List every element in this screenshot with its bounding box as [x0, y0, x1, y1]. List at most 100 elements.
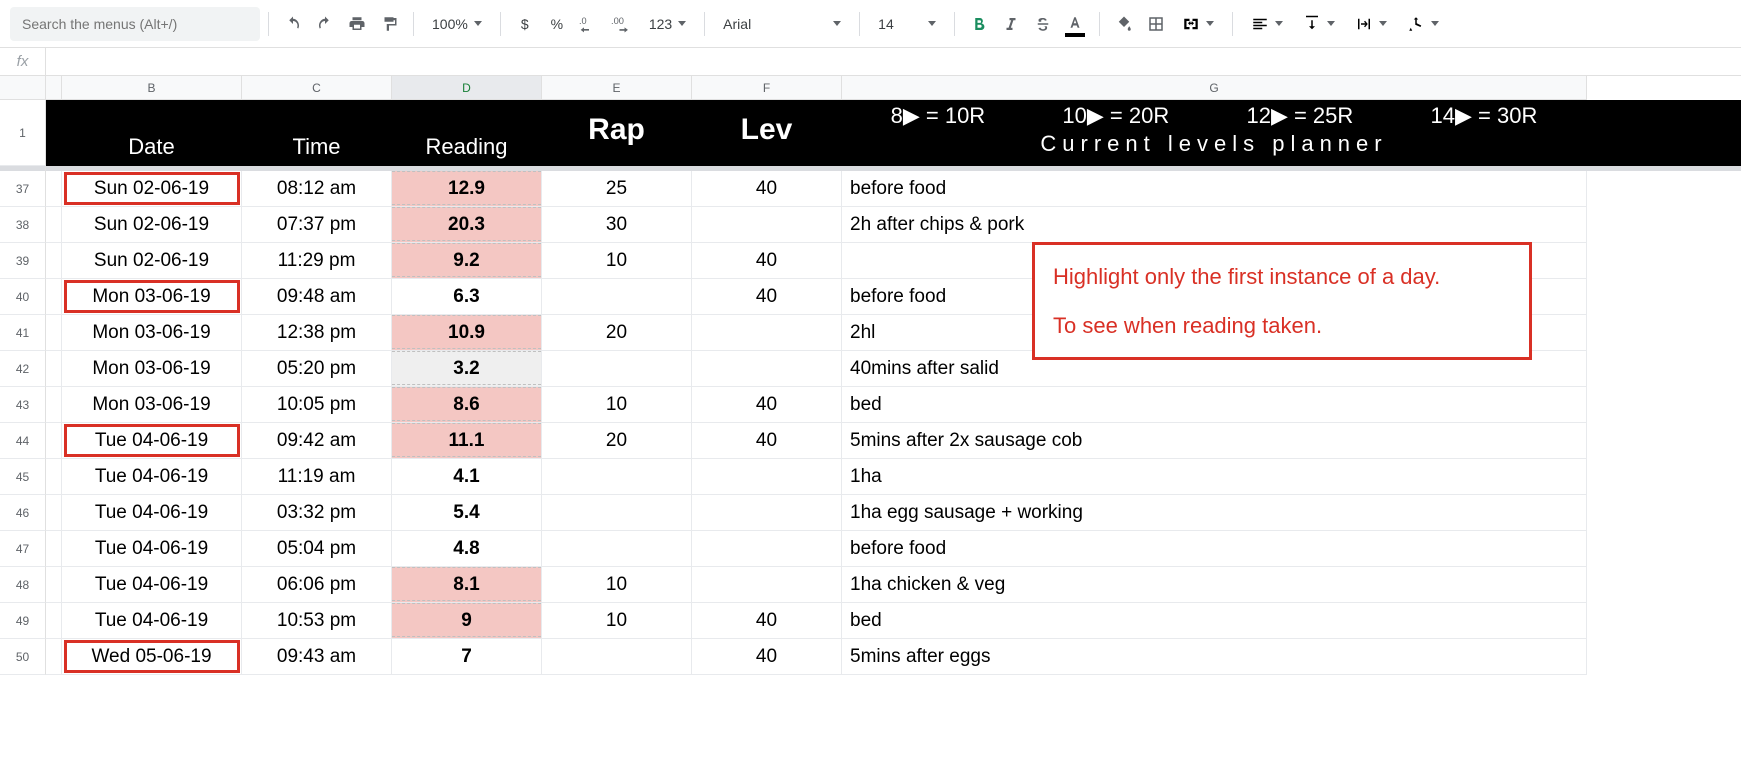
col-header[interactable]: E	[542, 76, 692, 100]
time-cell[interactable]: 09:42 am	[242, 423, 392, 459]
note-cell[interactable]: 5mins after eggs	[842, 639, 1587, 675]
paint-format-button[interactable]	[375, 10, 403, 38]
text-rotation-button[interactable]	[1401, 10, 1445, 38]
cell[interactable]	[46, 531, 62, 567]
cell[interactable]	[46, 171, 62, 207]
cell[interactable]	[46, 603, 62, 639]
date-cell[interactable]: Sun 02-06-19	[62, 243, 242, 279]
strikethrough-button[interactable]	[1029, 10, 1057, 38]
note-cell[interactable]: before food	[842, 171, 1587, 207]
lev-cell[interactable]: 40	[692, 387, 842, 423]
header-lev[interactable]: Lev	[692, 100, 842, 166]
rap-cell[interactable]: 20	[542, 423, 692, 459]
date-cell[interactable]: Mon 03-06-19	[62, 315, 242, 351]
row-number[interactable]: 37	[0, 171, 46, 207]
note-cell[interactable]: 5mins after 2x sausage cob	[842, 423, 1587, 459]
date-cell[interactable]: Tue 04-06-19	[62, 603, 242, 639]
col-header[interactable]	[46, 76, 62, 100]
date-cell[interactable]: Tue 04-06-19	[62, 459, 242, 495]
col-header[interactable]: G	[842, 76, 1587, 100]
note-cell[interactable]: 1ha	[842, 459, 1587, 495]
time-cell[interactable]: 11:29 pm	[242, 243, 392, 279]
reading-cell[interactable]: 12.9	[392, 171, 542, 207]
header-planner[interactable]: 8▶ = 10R 10▶ = 20R 12▶ = 25R 14▶ = 30R C…	[842, 100, 1587, 166]
note-cell[interactable]: 2h after chips & pork	[842, 207, 1587, 243]
row-number[interactable]: 1	[0, 100, 46, 166]
menu-search[interactable]	[10, 7, 260, 41]
reading-cell[interactable]: 4.1	[392, 459, 542, 495]
date-cell[interactable]: Tue 04-06-19	[62, 567, 242, 603]
more-formats-combo[interactable]: 123	[643, 10, 692, 38]
lev-cell[interactable]: 40	[692, 243, 842, 279]
lev-cell[interactable]	[692, 351, 842, 387]
time-cell[interactable]: 07:37 pm	[242, 207, 392, 243]
time-cell[interactable]: 10:05 pm	[242, 387, 392, 423]
rap-cell[interactable]	[542, 279, 692, 315]
cell[interactable]	[46, 459, 62, 495]
reading-cell[interactable]: 7	[392, 639, 542, 675]
header-rap[interactable]: Rap	[542, 100, 692, 166]
horizontal-align-button[interactable]	[1245, 10, 1289, 38]
row-number[interactable]: 41	[0, 315, 46, 351]
row-number[interactable]: 45	[0, 459, 46, 495]
cell[interactable]	[46, 279, 62, 315]
reading-cell[interactable]: 11.1	[392, 423, 542, 459]
time-cell[interactable]: 10:53 pm	[242, 603, 392, 639]
time-cell[interactable]: 05:04 pm	[242, 531, 392, 567]
reading-cell[interactable]: 3.2	[392, 351, 542, 387]
merge-cells-button[interactable]	[1176, 10, 1220, 38]
date-cell[interactable]: Mon 03-06-19	[62, 279, 242, 315]
lev-cell[interactable]	[692, 315, 842, 351]
note-cell[interactable]: bed	[842, 387, 1587, 423]
italic-button[interactable]	[997, 10, 1025, 38]
rap-cell[interactable]	[542, 459, 692, 495]
header-reading[interactable]: Reading	[392, 100, 542, 166]
reading-cell[interactable]: 20.3	[392, 207, 542, 243]
rap-cell[interactable]	[542, 495, 692, 531]
rap-cell[interactable]: 30	[542, 207, 692, 243]
row-number[interactable]: 46	[0, 495, 46, 531]
date-cell[interactable]: Sun 02-06-19	[62, 171, 242, 207]
cell[interactable]	[46, 100, 62, 166]
lev-cell[interactable]: 40	[692, 171, 842, 207]
time-cell[interactable]: 06:06 pm	[242, 567, 392, 603]
undo-button[interactable]	[279, 10, 307, 38]
lev-cell[interactable]: 40	[692, 423, 842, 459]
lev-cell[interactable]: 40	[692, 279, 842, 315]
row-number[interactable]: 50	[0, 639, 46, 675]
note-cell[interactable]: 1ha chicken & veg	[842, 567, 1587, 603]
note-cell[interactable]: bed	[842, 603, 1587, 639]
menu-search-input[interactable]	[20, 15, 250, 33]
cell[interactable]	[46, 243, 62, 279]
time-cell[interactable]: 09:43 am	[242, 639, 392, 675]
header-time[interactable]: Time	[242, 100, 392, 166]
increase-decimal-button[interactable]: .00	[607, 10, 637, 38]
date-cell[interactable]: Tue 04-06-19	[62, 423, 242, 459]
print-button[interactable]	[343, 10, 371, 38]
time-cell[interactable]: 05:20 pm	[242, 351, 392, 387]
cell[interactable]	[46, 207, 62, 243]
select-all-corner[interactable]	[0, 76, 46, 100]
lev-cell[interactable]: 40	[692, 603, 842, 639]
date-cell[interactable]: Mon 03-06-19	[62, 387, 242, 423]
time-cell[interactable]: 08:12 am	[242, 171, 392, 207]
time-cell[interactable]: 11:19 am	[242, 459, 392, 495]
header-date[interactable]: Date	[62, 100, 242, 166]
row-number[interactable]: 40	[0, 279, 46, 315]
lev-cell[interactable]	[692, 207, 842, 243]
rap-cell[interactable]: 10	[542, 243, 692, 279]
cell[interactable]	[46, 387, 62, 423]
reading-cell[interactable]: 5.4	[392, 495, 542, 531]
cell[interactable]	[46, 315, 62, 351]
formula-input[interactable]	[46, 48, 1741, 75]
date-cell[interactable]: Wed 05-06-19	[62, 639, 242, 675]
vertical-align-button[interactable]	[1297, 10, 1341, 38]
time-cell[interactable]: 09:48 am	[242, 279, 392, 315]
lev-cell[interactable]	[692, 531, 842, 567]
text-color-button[interactable]	[1061, 10, 1089, 38]
cell[interactable]	[46, 423, 62, 459]
time-cell[interactable]: 03:32 pm	[242, 495, 392, 531]
cell[interactable]	[46, 639, 62, 675]
reading-cell[interactable]: 10.9	[392, 315, 542, 351]
col-header[interactable]: D	[392, 76, 542, 100]
